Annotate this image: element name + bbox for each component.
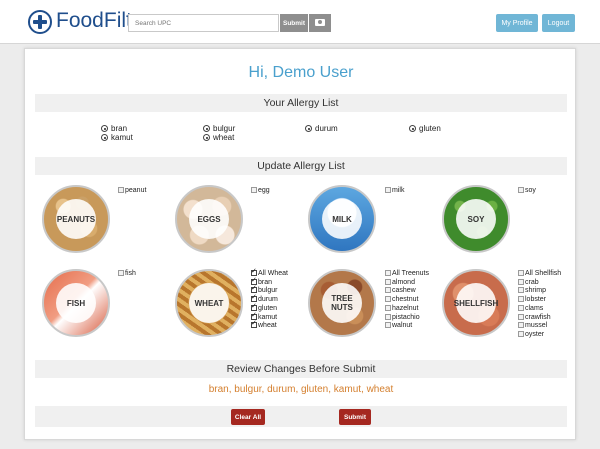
checkbox[interactable] [251,320,257,329]
option-mussel[interactable]: mussel [518,322,561,331]
checkbox[interactable] [518,330,524,337]
option-wheat[interactable]: wheat [251,320,288,331]
allergy-item: durum [305,124,338,133]
allergy-item: bran [101,124,127,133]
logout-button[interactable]: Logout [542,14,575,32]
peanuts-label: PEANUTS [56,199,96,239]
clear-all-button[interactable]: Clear All [231,409,265,425]
checkbox[interactable] [385,187,391,193]
treenuts-label: TREE NUTS [322,283,362,323]
wheat-image[interactable]: WHEAT [175,269,243,337]
checkbox[interactable] [385,304,391,311]
update-allergy-header: Update Allergy List [35,157,567,175]
checkbox[interactable] [518,278,524,285]
checkbox[interactable] [385,322,391,329]
foodfilter-logo-icon[interactable] [28,10,52,34]
camera-button[interactable] [309,14,331,32]
search-submit-button[interactable]: Submit [280,14,308,32]
option-crawfish[interactable]: crawfish [518,313,561,323]
soy-image[interactable]: SOY [442,185,510,253]
checkbox[interactable] [251,268,257,277]
checkbox[interactable] [251,294,257,303]
option-lobster[interactable]: lobster [518,296,561,305]
shellfish-image[interactable]: SHELLFISH [442,269,510,337]
milk-image[interactable]: MILK [308,185,376,253]
eggs-image[interactable]: EGGS [175,185,243,253]
review-changes-header: Review Changes Before Submit [35,360,567,378]
option-cashew[interactable]: cashew [385,287,429,296]
allergy-item: wheat [203,133,234,142]
top-navigation-bar: FoodFilter Submit My Profile Logout [0,0,600,44]
option-clams[interactable]: clams [518,304,561,314]
milk-label: MILK [322,199,362,239]
allergy-card: Hi, Demo User Your Allergy List bran bul… [24,48,576,440]
checkbox[interactable] [251,277,257,285]
checkbox[interactable] [251,303,257,312]
fish-options: fish [118,270,136,279]
action-bar [35,406,567,427]
checkbox[interactable] [385,287,391,294]
checkbox[interactable] [518,313,524,320]
fish-label: FISH [56,283,96,323]
checkbox[interactable] [385,270,391,276]
eggs-label: EGGS [189,199,229,239]
checkbox[interactable] [251,312,257,320]
checkbox[interactable] [518,296,524,303]
checkbox[interactable] [251,285,257,294]
checkbox[interactable] [518,287,524,294]
submit-button[interactable]: Submit [339,409,371,425]
shellfish-label: SHELLFISH [454,283,498,323]
soy-options: soy [518,187,536,196]
option-hazelnut[interactable]: hazelnut [385,304,429,314]
option-pistachio[interactable]: pistachio [385,313,429,323]
option-almond[interactable]: almond [385,278,429,288]
option-chestnut[interactable]: chestnut [385,296,429,305]
milk-options: milk [385,187,404,196]
option-walnut[interactable]: walnut [385,322,429,331]
checkbox[interactable] [251,187,257,193]
soy-label: SOY [456,199,496,239]
review-changes-text: bran, bulgur, durum, gluten, kamut, whea… [208,384,394,395]
checkbox[interactable] [118,270,124,276]
option-oyster[interactable]: oyster [518,330,561,340]
my-profile-button[interactable]: My Profile [496,14,538,32]
option-all-shellfish[interactable]: All Shellfish [518,270,561,279]
checkbox[interactable] [518,187,524,193]
eggs-options: egg [251,187,270,196]
shellfish-options: All Shellfish crab shrimp lobster clams … [518,270,561,340]
checkbox[interactable] [385,278,391,285]
option-all-treenuts[interactable]: All Treenuts [385,270,429,279]
allergy-list-header: Your Allergy List [35,94,567,112]
wheat-options: All Wheat bran bulgur durum gluten kamut… [251,268,288,331]
option-egg[interactable]: egg [251,187,270,196]
wheat-label: WHEAT [189,283,229,323]
allergy-item: kamut [101,133,133,142]
peanuts-image[interactable]: PEANUTS [42,185,110,253]
option-fish[interactable]: fish [118,270,136,279]
treenuts-image[interactable]: TREE NUTS [308,269,376,337]
checkbox[interactable] [118,187,124,193]
checkbox[interactable] [518,304,524,311]
fish-image[interactable]: FISH [42,269,110,337]
treenuts-options: All Treenuts almond cashew chestnut haze… [385,270,429,331]
option-shrimp[interactable]: shrimp [518,287,561,296]
search-upc-input[interactable] [128,14,279,32]
greeting-title: Hi, Demo User [248,64,354,81]
checkbox[interactable] [518,322,524,329]
option-milk[interactable]: milk [385,187,404,196]
option-crab[interactable]: crab [518,278,561,288]
checkbox[interactable] [385,296,391,303]
checkbox[interactable] [385,313,391,320]
option-soy[interactable]: soy [518,187,536,196]
checkbox[interactable] [518,270,524,276]
peanuts-options: peanut [118,187,146,196]
allergy-item: bulgur [203,124,235,133]
allergy-item: gluten [409,124,441,133]
option-peanut[interactable]: peanut [118,187,146,196]
